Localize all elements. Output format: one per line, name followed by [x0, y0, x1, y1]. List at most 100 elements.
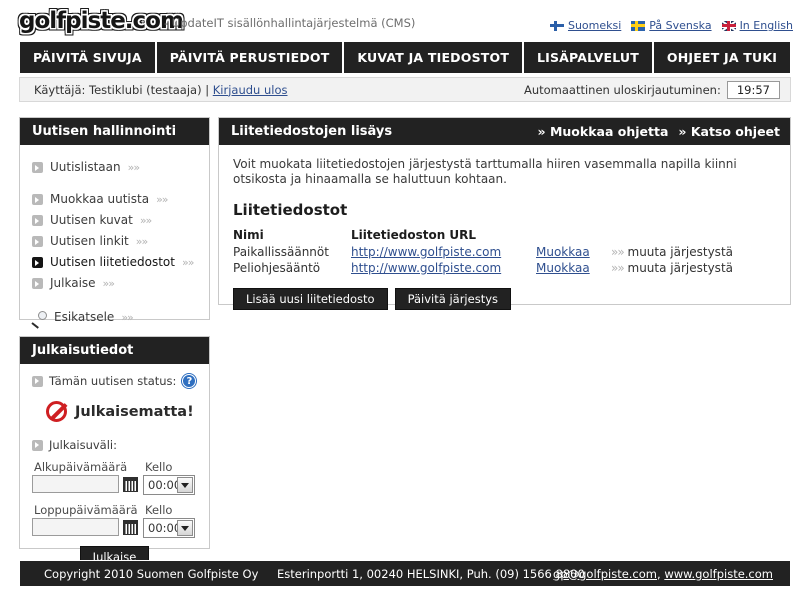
arrow-square-icon: [32, 375, 43, 387]
start-date-group: Alkupäivämäärä: [32, 454, 138, 493]
table-row[interactable]: Peliohjesääntö http://www.golfpiste.com …: [233, 260, 776, 276]
nav-tab-kuvat-ja-tiedostot[interactable]: KUVAT JA TIEDOSTOT: [344, 42, 525, 73]
start-time-select[interactable]: 00:00: [143, 475, 195, 495]
top-header: golfpiste.com - UpdateIT sisällönhallint…: [0, 0, 809, 38]
sidebar-item-label: Muokkaa uutista: [50, 192, 150, 206]
help-question-icon[interactable]: ?: [182, 374, 197, 388]
autologout-label: Automaattinen uloskirjautuminen:: [523, 82, 721, 97]
sidebar-item-julkaise[interactable]: Julkaise »»: [32, 275, 209, 292]
footer-website-link[interactable]: www.golfpiste.com: [664, 567, 773, 581]
sweden-flag-icon: [631, 20, 646, 31]
footer-address: Esterinportti 1, 00240 HELSINKI, Puh. (0…: [277, 566, 585, 581]
sidebar-item-label: Uutisen kuvat: [50, 213, 133, 227]
start-date-input[interactable]: [32, 475, 119, 493]
footer-email-link[interactable]: gp@golfpiste.com: [553, 567, 657, 581]
site-tagline: - UpdateIT sisällönhallintajärjestelmä (…: [164, 16, 416, 30]
reorder-arrows-icon: »»: [611, 261, 625, 275]
edit-help-link[interactable]: » Muokkaa ohjetta: [538, 124, 669, 139]
table-row[interactable]: Paikallissäännöt http://www.golfpiste.co…: [233, 244, 776, 260]
sidebar-item-uutisen-linkit[interactable]: Uutisen linkit »»: [32, 233, 209, 250]
attachment-url-link[interactable]: http://www.golfpiste.com: [351, 261, 501, 275]
sidebar-item-label: Julkaise: [50, 276, 96, 290]
status-row: Tämän uutisen status: ?: [32, 374, 197, 388]
sidebar-item-uutislistaan[interactable]: Uutislistaan »»: [32, 159, 209, 176]
autologout-area: Automaattinen uloskirjautuminen: 19:57: [523, 80, 780, 99]
edit-attachment-link[interactable]: Muokkaa: [536, 261, 590, 275]
start-time-label: Kello: [145, 460, 173, 474]
language-option-sv[interactable]: På Svenska: [631, 19, 712, 32]
reorder-label: muuta järjestystä: [627, 245, 733, 259]
arrow-square-icon: [32, 162, 43, 173]
logout-link[interactable]: Kirjaudu ulos: [213, 83, 288, 97]
intro-text: Voit muokata liitetiedostojen järjestyst…: [233, 157, 737, 186]
finland-flag-icon: [549, 20, 564, 31]
view-help-link[interactable]: » Katso ohjeet: [678, 124, 780, 139]
end-date-input[interactable]: [32, 518, 119, 536]
publish-info-panel: Julkaisutiedot Tämän uutisen status: ? J…: [19, 336, 210, 568]
publish-panel-body: Tämän uutisen status: ? Julkaisematta! J…: [20, 364, 209, 578]
uk-flag-icon: [721, 20, 736, 31]
calendar-icon[interactable]: [122, 519, 138, 535]
arrow-square-icon: [32, 278, 43, 289]
main-navigation: PÄIVITÄ SIVUJA PÄIVITÄ PERUSTIEDOT KUVAT…: [19, 41, 791, 74]
footer-separator: ,: [657, 566, 661, 581]
user-info: Käyttäjä: Testiklubi (testaaja) | Kirjau…: [34, 83, 288, 97]
end-time-select[interactable]: 00:00: [143, 518, 195, 538]
interval-row: Julkaisuväli:: [32, 438, 197, 452]
column-header-url: Liitetiedoston URL: [351, 228, 477, 242]
help-links: » Muokkaa ohjetta » Katso ohjeet: [538, 124, 780, 139]
sidebar-item-muokkaa-uutista[interactable]: Muokkaa uutista »»: [32, 191, 209, 208]
end-date-group: Loppupäivämäärä: [32, 497, 138, 536]
language-link-sv[interactable]: På Svenska: [649, 19, 711, 32]
reorder-cell[interactable]: »» muuta järjestystä: [611, 260, 776, 276]
user-label: Käyttäjä: Testiklubi (testaaja) |: [34, 82, 210, 97]
sidebar-item-uutisen-kuvat[interactable]: Uutisen kuvat »»: [32, 212, 209, 229]
footer-contacts: gp@golfpiste.com, www.golfpiste.com: [553, 567, 773, 581]
status-badge: Julkaisematta!: [46, 401, 197, 422]
add-attachment-button[interactable]: Lisää uusi liitetiedosto: [233, 288, 388, 310]
language-switcher: Suomeksi På Svenska In English: [549, 19, 793, 32]
language-option-fi[interactable]: Suomeksi: [549, 19, 621, 32]
footer-copyright: Copyright 2010 Suomen Golfpiste Oy: [44, 566, 259, 581]
column-header-name: Nimi: [233, 228, 264, 242]
edit-attachment-link[interactable]: Muokkaa: [536, 245, 590, 259]
language-link-fi[interactable]: Suomeksi: [568, 19, 621, 32]
arrow-square-icon-active: [32, 257, 43, 268]
chevron-down-icon[interactable]: [177, 477, 193, 493]
sidebar-menu: Uutislistaan »» Muokkaa uutista »» Uutis…: [20, 145, 209, 329]
chevron-right-icon: »»: [121, 311, 134, 324]
attachment-url-link[interactable]: http://www.golfpiste.com: [351, 245, 501, 259]
nav-tab-paivita-perustiedot[interactable]: PÄIVITÄ PERUSTIEDOT: [157, 42, 345, 73]
sidebar-item-label: Esikatsele: [54, 310, 115, 324]
update-order-button[interactable]: Päivitä järjestys: [394, 288, 512, 310]
chevron-right-icon: »»: [181, 256, 195, 269]
nav-tab-paivita-sivuja[interactable]: PÄIVITÄ SIVUJA: [20, 42, 157, 73]
sidebar-item-label: Uutisen liitetiedostot: [50, 255, 175, 269]
main-panel-body: Voit muokata liitetiedostojen järjestyst…: [219, 145, 790, 322]
sidebar-item-esikatsele[interactable]: Esikatsele »»: [31, 309, 209, 329]
end-time-label: Kello: [145, 503, 173, 517]
calendar-icon[interactable]: [122, 476, 138, 492]
sidebar-panel-title: Uutisen hallinnointi: [20, 118, 209, 145]
arrow-square-icon: [32, 236, 43, 247]
reorder-label: muuta järjestystä: [627, 261, 733, 275]
language-link-en[interactable]: In English: [740, 19, 793, 32]
sidebar-item-uutisen-liitetiedostot[interactable]: Uutisen liitetiedostot »»: [32, 254, 209, 271]
site-logo: golfpiste.com: [19, 8, 184, 34]
interval-label: Julkaisuväli:: [49, 438, 117, 452]
end-date-label: Loppupäivämäärä: [34, 503, 138, 517]
chevron-right-icon: »»: [127, 161, 141, 174]
chevron-right-icon: »»: [139, 214, 153, 227]
prohibited-icon: [46, 401, 67, 422]
page-title: Liitetiedostojen lisäys: [231, 124, 393, 139]
arrow-square-icon: [32, 439, 43, 451]
chevron-right-icon: »»: [102, 277, 116, 290]
column-header-edit: [536, 228, 611, 244]
column-header-reorder: [611, 228, 776, 244]
chevron-down-icon[interactable]: [177, 520, 193, 536]
language-option-en[interactable]: In English: [721, 19, 793, 32]
arrow-square-icon: [32, 215, 43, 226]
reorder-cell[interactable]: »» muuta järjestystä: [611, 244, 776, 260]
nav-tab-ohjeet-ja-tuki[interactable]: OHJEET JA TUKI: [654, 42, 790, 73]
nav-tab-lisapalvelut[interactable]: LISÄPALVELUT: [524, 42, 654, 73]
